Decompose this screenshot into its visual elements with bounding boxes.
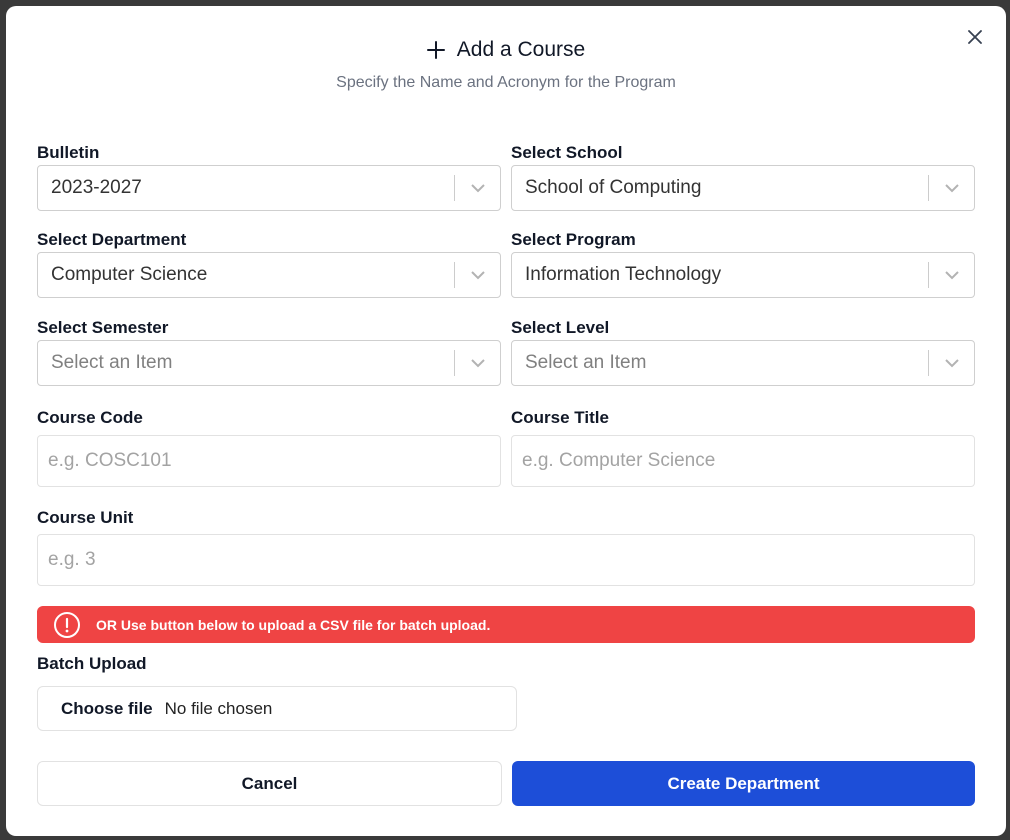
file-input[interactable]: Choose file No file chosen	[37, 686, 517, 731]
program-select[interactable]: Information Technology	[511, 252, 975, 298]
course-title-input[interactable]	[511, 435, 975, 487]
school-label: Select School	[511, 143, 623, 162]
level-placeholder: Select an Item	[525, 352, 647, 373]
chevron-down-icon	[944, 359, 959, 368]
batch-upload-alert: OR Use button below to upload a CSV file…	[37, 606, 975, 643]
level-select[interactable]: Select an Item	[511, 340, 975, 386]
chevron-down-icon	[470, 271, 485, 280]
level-field: Select Level	[511, 317, 609, 339]
course-unit-label: Course Unit	[37, 508, 134, 527]
modal-header: Add a Course Specify the Name and Acrony…	[6, 36, 1006, 92]
program-value: Information Technology	[525, 264, 722, 285]
department-field: Select Department	[37, 229, 186, 251]
bulletin-field: Bulletin	[37, 142, 99, 164]
info-circle-icon	[53, 611, 81, 639]
semester-label: Select Semester	[37, 318, 169, 337]
department-value: Computer Science	[51, 264, 208, 285]
modal-subtitle: Specify the Name and Acronym for the Pro…	[336, 74, 676, 91]
department-select[interactable]: Computer Science	[37, 252, 501, 298]
program-dropdown-toggle[interactable]	[929, 253, 974, 297]
batch-upload-label: Batch Upload	[37, 654, 147, 673]
program-label: Select Program	[511, 230, 636, 249]
bulletin-select[interactable]: 2023-2027	[37, 165, 501, 211]
chevron-down-icon	[944, 271, 959, 280]
plus-icon	[426, 41, 445, 59]
level-label: Select Level	[511, 318, 610, 337]
level-dropdown-toggle[interactable]	[929, 341, 974, 385]
chevron-down-icon	[944, 184, 959, 193]
bulletin-label: Bulletin	[37, 143, 100, 162]
batch-upload-field: Batch Upload	[37, 653, 147, 675]
cancel-button[interactable]: Cancel	[37, 761, 502, 806]
semester-field: Select Semester	[37, 317, 168, 339]
department-label: Select Department	[37, 230, 187, 249]
course-unit-input[interactable]	[37, 534, 975, 586]
chevron-down-icon	[470, 359, 485, 368]
course-code-input[interactable]	[37, 435, 501, 487]
bulletin-dropdown-toggle[interactable]	[455, 166, 500, 210]
add-course-modal: Add a Course Specify the Name and Acrony…	[6, 6, 1006, 836]
modal-title: Add a Course	[456, 38, 586, 61]
file-status: No file chosen	[164, 698, 273, 718]
program-field: Select Program	[511, 229, 636, 251]
bulletin-value: 2023-2027	[51, 177, 142, 198]
school-dropdown-toggle[interactable]	[929, 166, 974, 210]
course-unit-field: Course Unit	[37, 507, 133, 529]
semester-placeholder: Select an Item	[51, 352, 173, 373]
semester-select[interactable]: Select an Item	[37, 340, 501, 386]
department-dropdown-toggle[interactable]	[455, 253, 500, 297]
school-value: School of Computing	[525, 177, 702, 198]
course-title-field: Course Title	[511, 407, 609, 429]
course-code-label: Course Code	[37, 408, 143, 427]
chevron-down-icon	[470, 184, 485, 193]
course-title-label: Course Title	[511, 408, 609, 427]
semester-dropdown-toggle[interactable]	[455, 341, 500, 385]
choose-file-button[interactable]: Choose file	[61, 699, 153, 719]
course-code-field: Course Code	[37, 407, 143, 429]
school-field: Select School	[511, 142, 622, 164]
create-department-button[interactable]: Create Department	[512, 761, 975, 806]
alert-text: OR Use button below to upload a CSV file…	[96, 616, 491, 633]
school-select[interactable]: School of Computing	[511, 165, 975, 211]
